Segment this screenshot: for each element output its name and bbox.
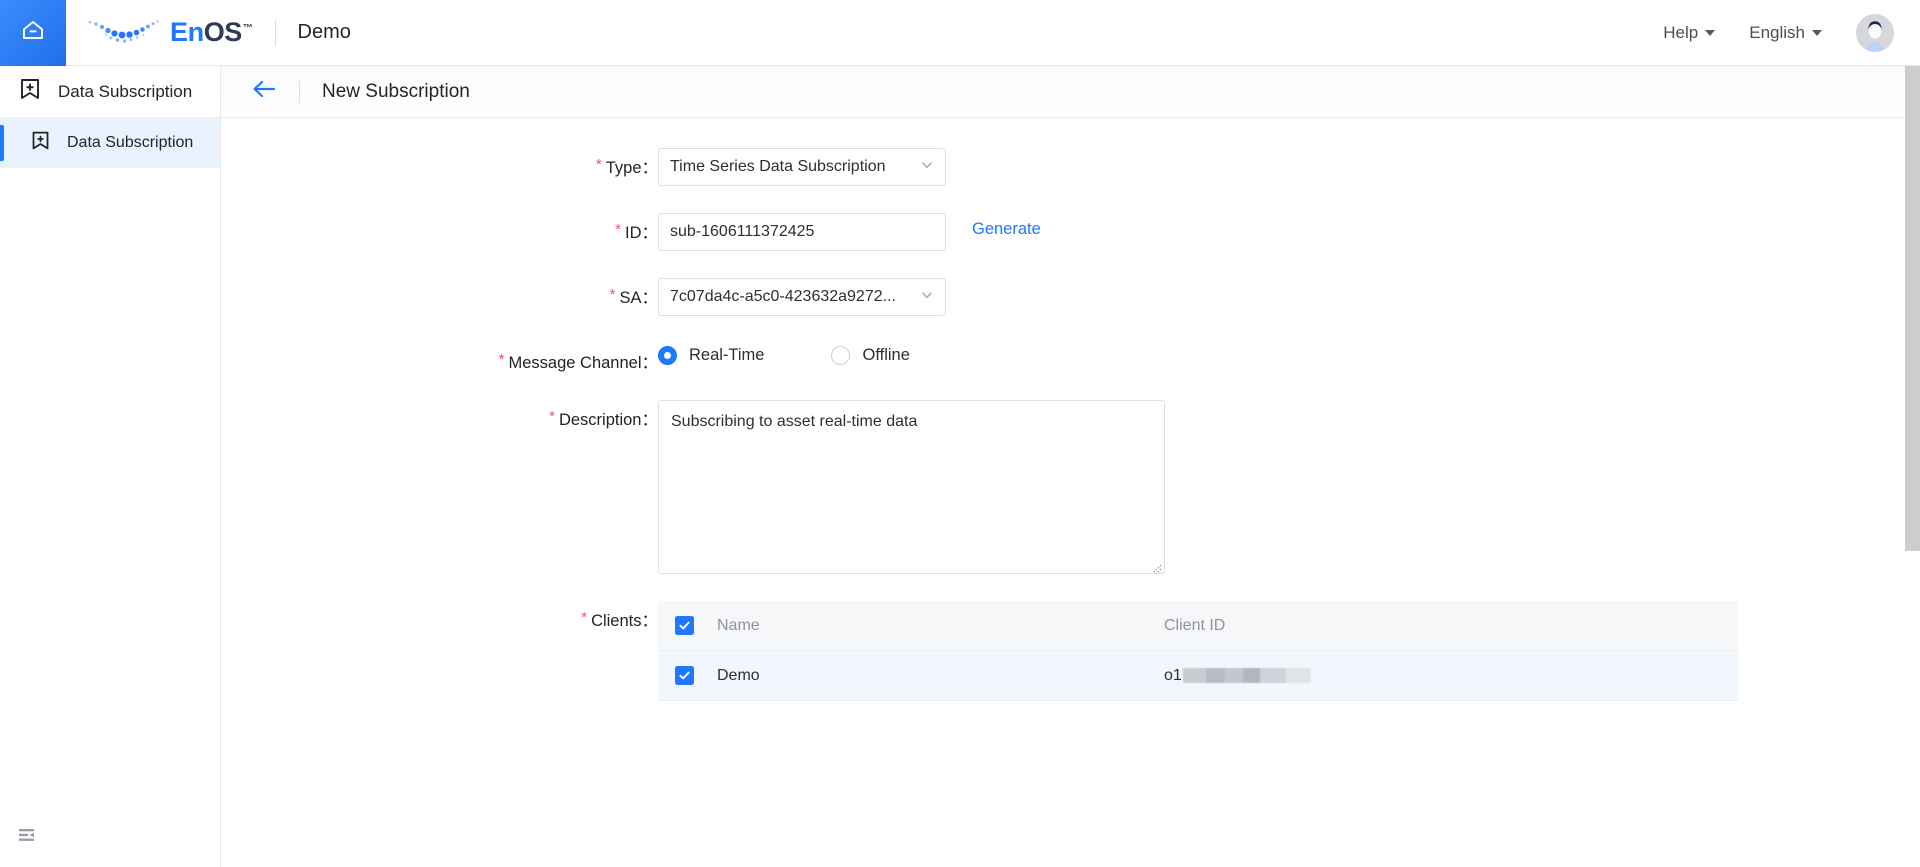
form-row-description: * Description： Subscribing to asset real…: [221, 400, 1920, 574]
clients-label: Clients：: [591, 612, 658, 630]
row-checkbox[interactable]: [675, 666, 694, 685]
cell-client-name: Demo: [717, 666, 760, 684]
required-marker: *: [615, 221, 621, 238]
type-select[interactable]: Time Series Data Subscription: [658, 148, 946, 186]
back-button[interactable]: [251, 78, 277, 105]
enos-dots-icon: [86, 16, 164, 50]
bookmark-plus-icon: [18, 77, 42, 106]
chevron-down-icon: [1812, 29, 1822, 36]
sidebar-item-data-subscription[interactable]: Data Subscription: [0, 118, 220, 168]
id-label-wrap: * ID：: [221, 213, 658, 243]
trademark-symbol: ™: [242, 23, 253, 34]
app-root: EnOS™ Demo Help English Data Subscriptio…: [0, 0, 1920, 867]
radio-option-real-time[interactable]: Real-Time: [658, 346, 764, 365]
sa-value: 7c07da4c-a5c0-423632a9272...: [670, 288, 896, 305]
id-input[interactable]: sub-1606111372425: [658, 213, 946, 251]
radio-indicator: [831, 346, 851, 365]
sidebar-module-header: Data Subscription: [0, 66, 220, 118]
sidebar: Data Subscription Data Subscription: [0, 66, 221, 867]
chevron-down-icon: [920, 288, 934, 307]
subscription-form: * Type： Time Series Data Subscription * …: [221, 118, 1920, 701]
sidebar-item-label: Data Subscription: [67, 134, 194, 151]
description-value: Subscribing to asset real-time data: [671, 413, 918, 430]
chevron-down-icon: [1705, 29, 1716, 36]
header-actions: Help English: [1663, 13, 1920, 52]
required-marker: *: [609, 286, 616, 303]
app-name: Demo: [297, 21, 351, 43]
help-menu[interactable]: Help: [1663, 22, 1716, 43]
message-channel-radio-group: Real-Time Offline: [658, 343, 910, 365]
description-label: Description：: [558, 411, 658, 429]
chevron-down-icon: [920, 158, 934, 177]
client-id-redaction: [1182, 668, 1311, 683]
column-header-client-id: Client ID: [1164, 616, 1226, 634]
collapse-sidebar-button[interactable]: [16, 824, 38, 851]
id-label: ID：: [625, 224, 658, 242]
radio-option-offline[interactable]: Offline: [831, 346, 910, 365]
id-field: sub-1606111372425 Generate: [658, 213, 1041, 251]
sa-label: SA：: [619, 289, 658, 307]
collapse-sidebar-icon: [16, 829, 38, 850]
home-button[interactable]: [0, 0, 66, 66]
generate-link[interactable]: Generate: [972, 213, 1041, 239]
language-label: English: [1749, 22, 1805, 42]
description-textarea[interactable]: Subscribing to asset real-time data: [658, 400, 1165, 574]
resize-handle[interactable]: [1149, 558, 1162, 574]
type-field: Time Series Data Subscription: [658, 148, 946, 186]
language-menu[interactable]: English: [1749, 23, 1822, 43]
form-row-id: * ID： sub-1606111372425 Generate: [221, 213, 1920, 251]
form-row-clients: * Clients： Name Client ID Demo o1: [221, 601, 1920, 701]
arrow-left-icon: [251, 78, 277, 105]
header-divider: [274, 19, 276, 46]
description-label-wrap: * Description：: [221, 400, 658, 430]
column-header-name: Name: [717, 616, 760, 634]
cell-client-id: o1: [1164, 667, 1311, 685]
sa-select[interactable]: 7c07da4c-a5c0-423632a9272...: [658, 278, 946, 316]
brand-en: En: [170, 17, 204, 47]
clients-table: Name Client ID Demo o1: [658, 601, 1738, 701]
page-header: New Subscription: [221, 66, 1920, 118]
form-row-message-channel: * Message Channel： Real-Time Offline: [221, 343, 1920, 373]
page-scrollbar[interactable]: [1905, 66, 1920, 867]
radio-indicator: [658, 346, 677, 365]
brand-logo[interactable]: EnOS™: [86, 0, 253, 66]
radio-label: Offline: [862, 346, 910, 364]
page-header-divider: [299, 80, 300, 103]
table-header-row: Name Client ID: [658, 601, 1738, 651]
select-all-checkbox[interactable]: [675, 616, 694, 635]
top-header: EnOS™ Demo Help English: [0, 0, 1920, 66]
description-field: Subscribing to asset real-time data: [658, 400, 1165, 574]
message-channel-label-wrap: * Message Channel：: [221, 343, 658, 373]
required-marker: *: [595, 156, 602, 173]
clients-field: Name Client ID Demo o1: [658, 601, 1738, 701]
sa-label-wrap: * SA：: [221, 278, 658, 308]
required-marker: *: [549, 408, 555, 425]
type-value: Time Series Data Subscription: [670, 158, 886, 175]
message-channel-label: Message Channel：: [508, 354, 659, 372]
type-label-wrap: * Type：: [221, 148, 658, 178]
table-row[interactable]: Demo o1: [658, 651, 1738, 701]
page-title: New Subscription: [322, 80, 470, 102]
avatar[interactable]: [1856, 13, 1894, 52]
home-icon: [20, 17, 46, 48]
sa-field: 7c07da4c-a5c0-423632a9272...: [658, 278, 946, 316]
id-value: sub-1606111372425: [670, 223, 815, 240]
help-label: Help: [1663, 22, 1699, 42]
clients-label-wrap: * Clients：: [221, 601, 658, 631]
type-label: Type：: [605, 159, 658, 177]
brand-wordmark: EnOS™: [170, 17, 253, 48]
client-id-prefix: o1: [1164, 666, 1182, 684]
required-marker: *: [498, 351, 505, 368]
radio-label: Real-Time: [689, 346, 765, 364]
form-row-sa: * SA： 7c07da4c-a5c0-423632a9272...: [221, 278, 1920, 316]
form-row-type: * Type： Time Series Data Subscription: [221, 148, 1920, 186]
scrollbar-thumb[interactable]: [1905, 66, 1920, 551]
brand-os: OS: [203, 17, 243, 47]
main-content: New Subscription * Type： Time Series Dat…: [221, 66, 1920, 867]
sidebar-module-title: Data Subscription: [58, 81, 193, 101]
required-marker: *: [581, 609, 588, 626]
bookmark-plus-icon: [30, 130, 51, 156]
